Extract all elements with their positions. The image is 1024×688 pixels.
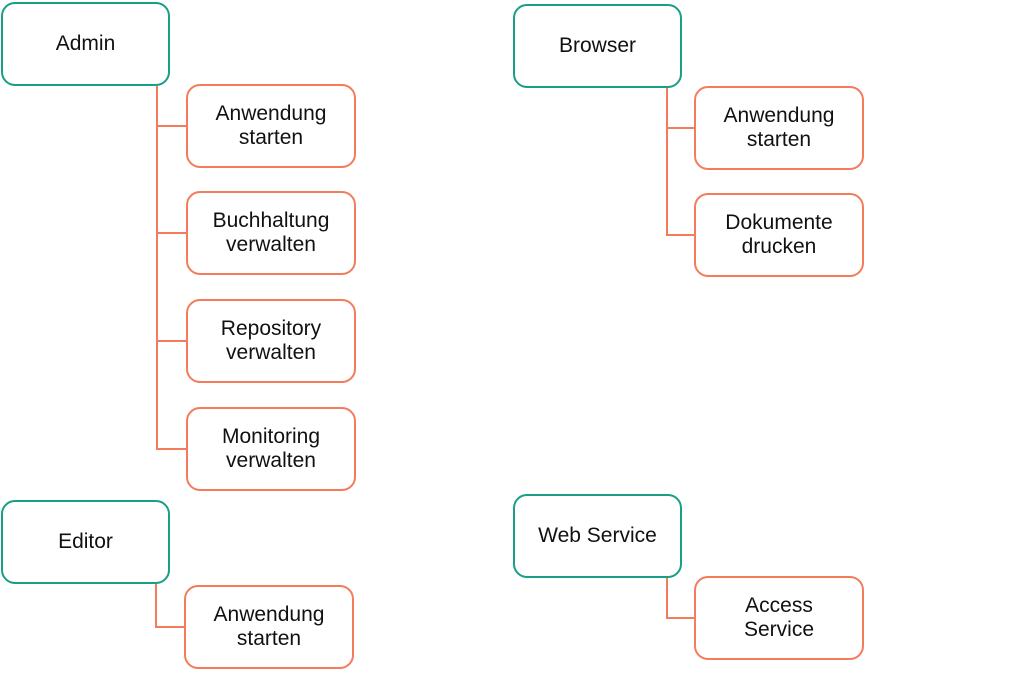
action-node[interactable]: Anwendung starten — [184, 585, 354, 669]
connector-line — [666, 617, 694, 619]
role-label: Web Service — [538, 524, 657, 547]
connector-line — [666, 578, 668, 619]
action-node[interactable]: Access Service — [694, 576, 864, 660]
action-node[interactable]: Anwendung starten — [186, 84, 356, 168]
connector-line — [156, 232, 186, 234]
role-node[interactable]: Editor — [1, 500, 170, 584]
role-node[interactable]: Web Service — [513, 494, 682, 578]
action-label: Anwendung starten — [213, 603, 325, 650]
connector-line — [666, 88, 668, 236]
action-label: Buchhaltung verwalten — [212, 209, 330, 256]
connector-line — [666, 234, 694, 236]
role-node[interactable]: Admin — [1, 2, 170, 86]
role-label: Admin — [55, 32, 116, 55]
connector-line — [666, 127, 694, 129]
action-node[interactable]: Repository verwalten — [186, 299, 356, 383]
connector-line — [156, 448, 186, 450]
role-label: Browser — [558, 34, 637, 57]
action-label: Monitoring verwalten — [221, 425, 321, 472]
connector-line — [155, 626, 184, 628]
action-label: Anwendung starten — [723, 104, 835, 151]
action-node[interactable]: Dokumente drucken — [694, 193, 864, 277]
connector-line — [156, 125, 186, 127]
action-node[interactable]: Anwendung starten — [694, 86, 864, 170]
connector-line — [156, 86, 158, 450]
action-node[interactable]: Monitoring verwalten — [186, 407, 356, 491]
role-node[interactable]: Browser — [513, 4, 682, 88]
role-label: Editor — [58, 530, 113, 553]
connector-line — [155, 584, 157, 628]
connector-line — [156, 340, 186, 342]
action-label: Anwendung starten — [215, 102, 327, 149]
action-label: Access Service — [743, 594, 815, 641]
action-label: Dokumente drucken — [725, 211, 833, 258]
action-label: Repository verwalten — [220, 317, 322, 364]
action-node[interactable]: Buchhaltung verwalten — [186, 191, 356, 275]
